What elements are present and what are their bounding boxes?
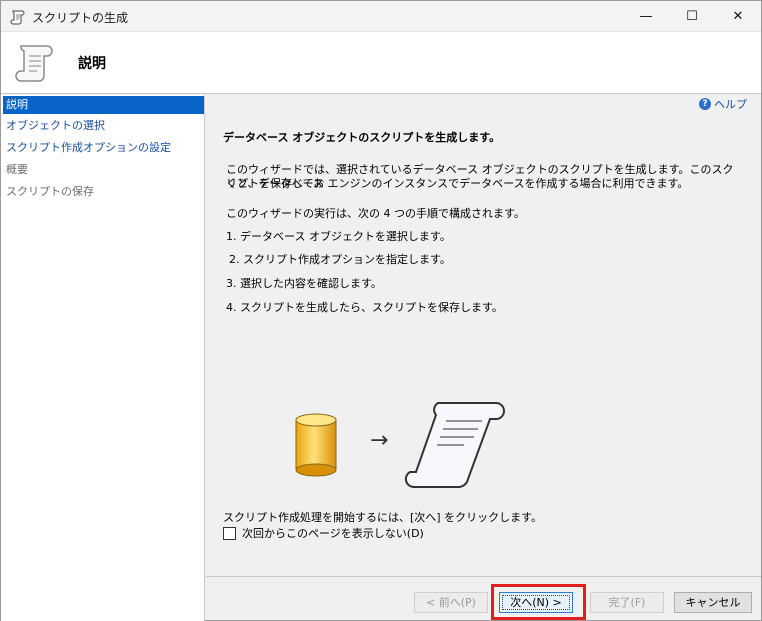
- start-instruction: スクリプト作成処理を開始するには、[次へ] をクリックします。: [223, 511, 542, 524]
- footer-separator: [206, 576, 761, 577]
- next-button[interactable]: 次へ(N) >: [499, 592, 573, 613]
- finish-button[interactable]: 完了(F): [590, 592, 664, 613]
- script-document-icon: [404, 402, 505, 489]
- wizard-illustration: →: [286, 395, 526, 495]
- help-label: ヘルプ: [714, 98, 747, 111]
- wizard-window: スクリプトの生成 — ☐ ✕ 説明 説明 オブジェクトの選択 スクリプト作成オプ…: [0, 0, 762, 621]
- maximize-icon: ☐: [686, 9, 698, 24]
- content-pane: ? ヘルプ データベース オブジェクトのスクリプトを生成します。 このウィザード…: [206, 95, 761, 575]
- database-to-script-illustration: →: [295, 402, 505, 489]
- arrow-right-icon: →: [370, 428, 388, 453]
- skip-page-checkbox[interactable]: [223, 526, 236, 540]
- maximize-button[interactable]: ☐: [669, 1, 715, 32]
- window-title: スクリプトの生成: [32, 11, 129, 25]
- skip-page-label: 次回からこのページを表示しない(D): [242, 527, 424, 540]
- cancel-button[interactable]: キャンセル: [674, 592, 752, 613]
- wizard-nav: 説明 オブジェクトの選択 スクリプト作成オプションの設定 概要 スクリプトの保存: [1, 95, 205, 621]
- step-item: 2. スクリプト作成オプションを指定します。: [229, 253, 451, 266]
- step-item: 1. データベース オブジェクトを選択します。: [226, 230, 451, 243]
- minimize-button[interactable]: —: [623, 1, 669, 32]
- next-button-label: 次へ(N) >: [500, 593, 572, 612]
- help-icon: ?: [699, 98, 711, 110]
- skip-page-option[interactable]: 次回からこのページを表示しない(D): [223, 525, 424, 541]
- nav-item-save-script: スクリプトの保存: [6, 185, 94, 198]
- intro-line-2: くと、データベース エンジンのインスタンスでデータベースを作成する場合に利用でき…: [226, 177, 689, 190]
- script-scroll-icon: [15, 45, 53, 82]
- script-scroll-icon: [10, 10, 25, 25]
- title-bar: スクリプトの生成 — ☐ ✕: [1, 1, 761, 32]
- nav-item-script-options[interactable]: スクリプト作成オプションの設定: [3, 139, 204, 157]
- nav-item-summary: 概要: [6, 163, 28, 176]
- content-heading: データベース オブジェクトのスクリプトを生成します。: [223, 131, 501, 144]
- page-header: 説明: [1, 32, 761, 94]
- close-icon: ✕: [732, 9, 744, 24]
- help-link[interactable]: ? ヘルプ: [699, 96, 747, 112]
- steps-intro: このウィザードの実行は、次の 4 つの手順で構成されます。: [226, 207, 525, 220]
- minimize-icon: —: [639, 9, 653, 24]
- page-title: 説明: [78, 56, 106, 72]
- back-button[interactable]: < 前へ(P): [414, 592, 488, 613]
- nav-item-select-objects[interactable]: オブジェクトの選択: [3, 117, 204, 135]
- close-button[interactable]: ✕: [715, 1, 761, 32]
- database-icon: [295, 413, 337, 477]
- step-item: 3. 選択した内容を確認します。: [226, 277, 382, 290]
- nav-item-description[interactable]: 説明: [3, 96, 204, 114]
- step-item: 4. スクリプトを生成したら、スクリプトを保存します。: [226, 301, 503, 314]
